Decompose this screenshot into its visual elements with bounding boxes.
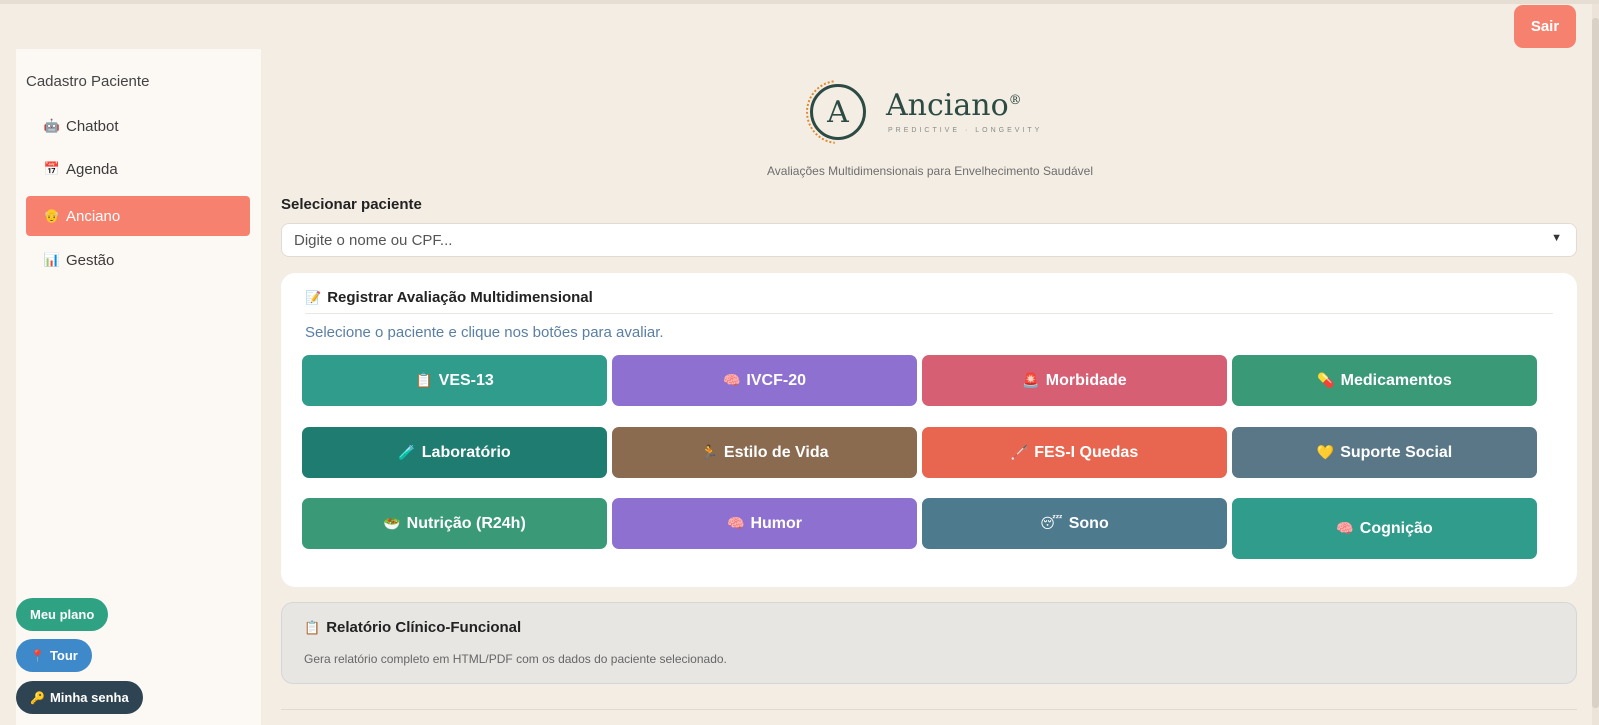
heart-icon: 💛 [1316,444,1335,460]
assessment-title: 📝 Registrar Avaliação Multidimensional [305,289,593,306]
robot-icon: 🤖 [43,118,61,133]
sidebar-item-label: Agenda [66,160,118,178]
brand-name: Anciano® [886,88,1022,123]
nutricao-button[interactable]: 🥗 Nutrição (R24h) [302,498,607,549]
button-label: Morbidade [1045,371,1127,389]
test-tube-icon: 🧪 [398,444,416,460]
top-border [0,0,1599,4]
assessment-hint: Selecione o paciente e clique nos botões… [305,324,664,341]
brain-icon: 🧠 [1336,520,1354,536]
memo-icon: 📝 [305,289,322,305]
button-label: Sono [1068,514,1109,532]
cane-icon: 🦯 [1010,444,1029,460]
sidebar-item-label: Gestão [66,251,115,269]
tour-label: Tour [49,648,78,663]
brand-name-text: Anciano [886,88,1009,123]
minha-senha-label: Minha senha [49,690,129,705]
siren-icon: 🚨 [1022,372,1040,388]
logo-letter: A [827,94,849,130]
divider [281,709,1577,710]
pin-icon: 📍 [30,648,45,663]
cognicao-button[interactable]: 🧠 Cognição [1232,498,1537,559]
clipboard-icon: 📋 [304,619,321,635]
button-label: FES-I Quedas [1034,443,1139,461]
divider [305,313,1553,314]
brand-logo: A Anciano® PREDICTIVE · LONGEVITY [806,80,1050,144]
sidebar-item-label: Anciano [66,207,121,225]
patient-select[interactable]: Digite o nome ou CPF... ▼ [281,223,1577,257]
sidebar-item-chatbot[interactable]: 🤖 Chatbot [26,106,250,146]
pill-icon: 💊 [1317,372,1335,388]
brain-icon: 🧠 [722,372,741,388]
runner-icon: 🏃 [700,444,718,460]
meu-plano-button[interactable]: Meu plano [16,598,109,631]
patient-select-label: Selecionar paciente [281,196,422,213]
minha-senha-button[interactable]: 🔑 Minha senha [16,681,143,714]
button-label: VES-13 [438,371,494,389]
sidebar-title[interactable]: Cadastro Paciente [26,73,149,90]
report-title-text: Relatório Clínico-Funcional [326,619,522,636]
sidebar-item-anciano[interactable]: 👴 Anciano [26,196,250,236]
morbidade-button[interactable]: 🚨 Morbidade [922,355,1227,406]
button-label: Humor [750,514,802,532]
calendar-icon: 📅 [43,161,61,176]
brand-tagline: PREDICTIVE · LONGEVITY [888,127,1043,134]
registered-mark: ® [1008,93,1022,108]
report-description: Gera relatório completo em HTML/PDF com … [304,652,727,666]
fes-i-quedas-button[interactable]: 🦯 FES-I Quedas [922,427,1227,478]
assessment-title-text: Registrar Avaliação Multidimensional [327,289,593,306]
meu-plano-label: Meu plano [30,607,95,622]
logout-button[interactable]: Sair [1514,5,1576,48]
elder-icon: 👴 [43,208,61,223]
salad-icon: 🥗 [383,515,401,531]
report-title: 📋 Relatório Clínico-Funcional [304,619,521,636]
scrollbar-thumb[interactable] [1592,18,1599,708]
sidebar-item-gestao[interactable]: 📊 Gestão [26,240,250,280]
humor-button[interactable]: 🧠 Humor [612,498,917,549]
estilo-de-vida-button[interactable]: 🏃 Estilo de Vida [612,427,917,478]
ivcf20-button[interactable]: 🧠 IVCF-20 [612,355,917,406]
button-label: Laboratório [421,443,511,461]
button-label: Nutrição (R24h) [406,514,526,532]
tour-button[interactable]: 📍 Tour [16,639,92,672]
report-card[interactable]: 📋 Relatório Clínico-Funcional Gera relat… [281,602,1577,684]
sleeping-face-icon: 😴 [1040,515,1063,531]
button-label: Suporte Social [1340,443,1453,461]
key-icon: 🔑 [30,690,45,705]
assessment-card: 📝 Registrar Avaliação Multidimensional S… [281,273,1577,587]
button-label: Medicamentos [1340,371,1452,389]
ves13-button[interactable]: 📋 VES-13 [302,355,607,406]
button-label: Estilo de Vida [723,443,829,461]
brain-icon: 🧠 [727,515,745,531]
patient-select-placeholder: Digite o nome ou CPF... [294,231,453,249]
sono-button[interactable]: 😴 Sono [922,498,1227,549]
sidebar-item-label: Chatbot [66,117,119,135]
laboratorio-button[interactable]: 🧪 Laboratório [302,427,607,478]
chevron-down-icon[interactable]: ▼ [1551,232,1562,244]
dashboard-icon: 📊 [43,252,61,267]
medicamentos-button[interactable]: 💊 Medicamentos [1232,355,1537,406]
sidebar-item-agenda[interactable]: 📅 Agenda [26,149,250,189]
button-label: Cognição [1359,519,1433,537]
clipboard-icon: 📋 [415,372,433,388]
button-label: IVCF-20 [746,371,806,389]
page-subtitle: Avaliações Multidimensionais para Envelh… [767,164,1093,178]
suporte-social-button[interactable]: 💛 Suporte Social [1232,427,1537,478]
